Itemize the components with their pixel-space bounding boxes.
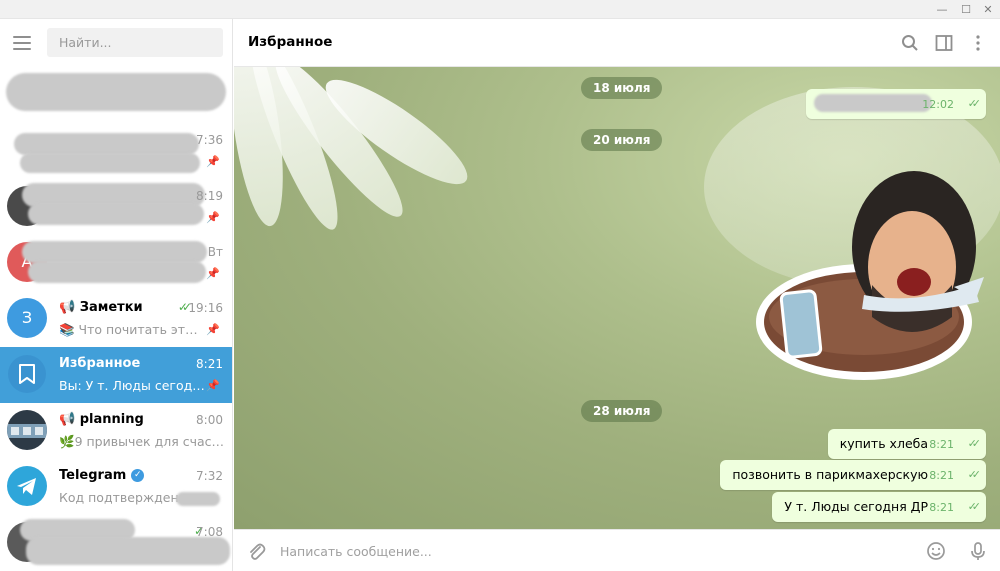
microphone-icon[interactable] [968,541,988,561]
pin-icon: 📌 [206,379,220,392]
chat-time: 7:36 [196,133,223,147]
window-titlebar: — ☐ ✕ [0,0,1000,19]
megaphone-icon: 📢 [59,300,80,315]
date-separator: 18 июля [581,77,663,99]
chat-item-zametki[interactable]: З 📢 Заметки ✓✓ 19:16 📚 Что почитать этим… [0,291,232,347]
search-input[interactable] [47,28,223,57]
blurred-message-text [814,94,932,112]
pin-icon: 📌 [206,323,220,336]
chat-list-sidebar: 7:36 📌 8:19 📌 А Вт 📌 З 📢 Заметки ✓✓ 19:1… [0,19,233,571]
read-checkmarks-icon: ✓✓ [967,437,982,450]
more-options-icon[interactable] [969,34,987,52]
chat-header: Избранное [234,19,1000,67]
chat-name-row: 📢 planning [59,412,144,427]
chat-name: Избранное [59,356,141,371]
chat-item[interactable]: 7:36 📌 [0,123,232,179]
blurred-chat-content [26,537,230,565]
message-bubble[interactable]: 12:02 ✓✓ [806,89,986,119]
saved-messages-avatar [7,354,47,394]
message-bubble[interactable]: купить хлеба 8:21 ✓✓ [827,429,986,459]
message-area[interactable]: 18 июля 12:02 ✓✓ 20 июля 28 июля купить … [234,67,1000,529]
megaphone-icon: 📢 [59,412,80,427]
pin-icon: 📌 [206,211,220,224]
message-bubble[interactable]: позвонить в парикмахерскую 8:21 ✓✓ [720,460,986,490]
chat-time: 19:16 [188,301,223,315]
chat-item[interactable] [0,67,232,123]
pin-icon: 📌 [206,267,220,280]
message-time: 8:21 [929,438,954,451]
books-icon: 📚 [59,322,79,337]
maximize-button[interactable]: ☐ [955,0,977,19]
message-bubble[interactable]: У т. Люды сегодня ДР 8:21 ✓✓ [772,492,986,522]
chat-item-saved-messages[interactable]: Избранное 8:21 Вы: У т. Люды сегодня ДР … [0,347,232,403]
verified-badge-icon: ✓ [131,469,145,482]
chat-time: 8:00 [196,413,223,427]
chat-item-telegram[interactable]: Telegram ✓ 7:32 Код подтверждения: [0,459,232,515]
chat-preview: Вы: У т. Люды сегодня ДР [59,378,209,393]
read-checkmarks-icon: ✓✓ [967,97,982,110]
read-checkmarks-icon: ✓✓ [967,468,982,481]
message-text: У т. Люды сегодня ДР [784,499,928,514]
sidebar-toggle-icon[interactable] [935,34,953,52]
chat-time: Вт [207,245,223,259]
message-text: купить хлеба [839,436,928,451]
blurred-code [176,492,220,506]
hamburger-menu-icon[interactable] [13,36,31,50]
blurred-chat-content [28,203,204,225]
message-text: позвонить в парикмахерскую [732,467,928,482]
date-separator: 20 июля [581,129,663,151]
minimize-button[interactable]: — [931,0,953,19]
chat-avatar [7,410,47,450]
chat-item[interactable]: 8:19 📌 [0,179,232,235]
chat-time: 8:21 [196,357,223,371]
chat-title[interactable]: Избранное [248,34,332,50]
chat-avatar: З [7,298,47,338]
chat-name: planning [79,412,144,427]
chat-name-row: 📢 Заметки [59,300,143,315]
date-separator: 28 июля [581,400,663,422]
chat-preview-row: 🌿9 привычек для счастья ... [59,434,224,450]
read-checkmarks-icon: ✓✓ [177,300,192,314]
keanu-sticker[interactable] [754,157,986,382]
chat-time: 7:32 [196,469,223,483]
message-input[interactable] [280,539,880,563]
chat-name: Telegram [59,468,127,483]
chat-item[interactable]: А Вт 📌 [0,235,232,291]
planning-avatar-image [7,424,47,438]
message-time: 12:02 [922,98,954,111]
chat-preview: Что почитать этим л... [78,322,204,337]
close-button[interactable]: ✕ [977,0,999,19]
telegram-avatar [7,466,47,506]
telegram-plane-icon [17,478,36,495]
attach-paperclip-icon[interactable] [246,541,266,561]
blurred-chat-content [20,153,200,173]
chat-time: 8:19 [196,189,223,203]
blurred-chat-content [22,241,207,263]
search-icon[interactable] [901,34,919,52]
blurred-chat-content [14,133,199,155]
chat-preview: 9 привычек для счастья ... [74,434,224,449]
emoji-icon[interactable] [926,541,946,561]
chat-item-planning[interactable]: 📢 planning 8:00 🌿9 привычек для счастья … [0,403,232,459]
chat-name: Заметки [79,300,143,315]
message-time: 8:21 [929,469,954,482]
chat-time: 7:08 [196,525,223,539]
blurred-chat-content [6,73,226,111]
message-time: 8:21 [929,501,954,514]
blurred-chat-content [28,261,206,283]
leaf-icon: 🌿 [59,434,75,449]
chat-name-row: Telegram ✓ [59,468,145,483]
sidebar-top-bar [0,19,232,67]
read-checkmarks-icon: ✓✓ [967,500,982,513]
pin-icon: 📌 [206,155,220,168]
chat-item[interactable]: ✓ 7:08 [0,515,232,571]
bookmark-icon [8,355,46,393]
message-composer [234,529,1000,571]
chat-preview-row: 📚 Что почитать этим л... [59,322,204,338]
